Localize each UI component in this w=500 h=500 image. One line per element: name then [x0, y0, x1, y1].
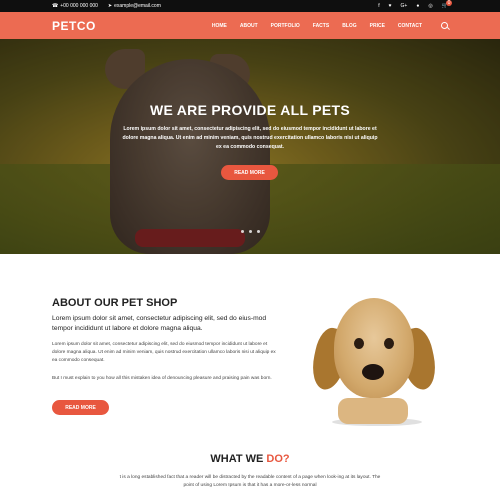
what-we-do-title-accent: DO?	[266, 453, 290, 465]
about-paragraph: Lorem ipsum dolor sit amet, consectetur …	[52, 342, 276, 363]
nav-item-facts[interactable]: FACTS	[313, 23, 329, 29]
about-read-more-button[interactable]: READ MORE	[52, 400, 109, 415]
puppy-eye	[354, 338, 364, 349]
about-title: ABOUT OUR PET SHOP	[52, 297, 178, 309]
slider-dot[interactable]	[249, 230, 252, 233]
puppy-head	[334, 298, 414, 398]
social-links: f ♥ G+ ● ◎ 🛒 0	[378, 0, 452, 9]
google-plus-icon[interactable]: G+	[401, 3, 408, 9]
cart-count-badge: 0	[446, 0, 452, 6]
hero-title: WE ARE PROVIDE ALL PETS	[149, 102, 351, 118]
what-we-do-text: t is a long established fact that a read…	[119, 475, 381, 488]
nav-item-price[interactable]: PRICE	[370, 23, 385, 29]
email-address: example@email.com	[114, 3, 161, 9]
about-lead-text: Lorem ipsum dolor sit amet, consectetur …	[52, 315, 267, 332]
search-icon[interactable]	[441, 22, 448, 29]
top-bar: ☎ +00 000 000 000 ➤ example@email.com f …	[0, 0, 500, 12]
puppy-nose	[362, 364, 384, 380]
what-we-do-title-main: WHAT WE	[210, 453, 267, 465]
nav-item-portfolio[interactable]: PORTFOLIO	[271, 23, 300, 29]
nav-item-contact[interactable]: CONTACT	[398, 23, 422, 29]
cart-button[interactable]: 🛒 0	[442, 0, 452, 9]
slider-dots	[241, 230, 260, 233]
nav-item-blog[interactable]: BLOG	[342, 23, 356, 29]
nav-item-home[interactable]: HOME	[212, 23, 227, 29]
phone-icon: ☎	[52, 3, 59, 9]
puppy-paws	[338, 398, 408, 424]
phone-contact[interactable]: ☎ +00 000 000 000	[52, 3, 98, 9]
send-icon: ➤	[107, 3, 113, 9]
twitter-icon[interactable]: ♥	[389, 3, 392, 9]
phone-number: +00 000 000 000	[60, 3, 98, 9]
slider-dot[interactable]	[241, 230, 244, 233]
nav-item-about[interactable]: ABOUT	[240, 23, 258, 29]
hero-description: Lorem ipsum dolor sit amet, consectetur …	[122, 126, 378, 150]
site-logo[interactable]: PETCO	[52, 19, 96, 33]
nav-menu: HOME ABOUT PORTFOLIO FACTS BLOG PRICE CO…	[212, 22, 448, 29]
hero-slider: WE ARE PROVIDE ALL PETS Lorem ipsum dolo…	[0, 39, 500, 254]
about-paragraph: But I must explain to you how all this m…	[52, 376, 272, 381]
main-navigation: PETCO HOME ABOUT PORTFOLIO FACTS BLOG PR…	[0, 12, 500, 39]
puppy-eye	[384, 338, 394, 349]
slider-dot[interactable]	[257, 230, 260, 233]
puppy-image	[307, 298, 441, 428]
contact-info: ☎ +00 000 000 000 ➤ example@email.com	[52, 3, 161, 9]
facebook-icon[interactable]: f	[378, 3, 379, 9]
instagram-icon[interactable]: ◎	[428, 3, 432, 9]
dribbble-icon[interactable]: ●	[416, 3, 419, 9]
email-contact[interactable]: ➤ example@email.com	[108, 3, 161, 9]
hero-read-more-button[interactable]: READ MORE	[221, 165, 278, 180]
what-we-do-title: WHAT WE DO?	[0, 453, 500, 465]
